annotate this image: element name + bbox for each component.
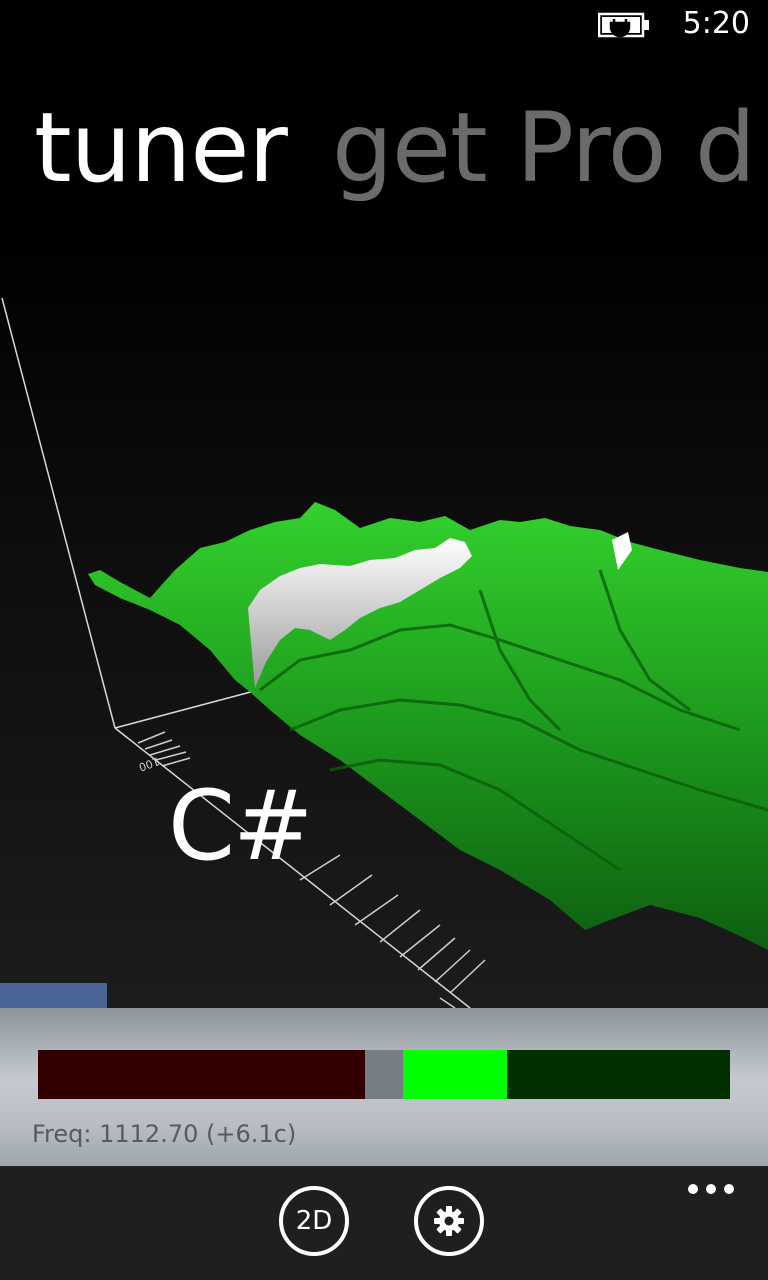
tuning-panel: Freq: 1112.70 (+6.1c) bbox=[0, 1008, 768, 1166]
tuning-meter-center-mark bbox=[365, 1050, 403, 1099]
status-bar: 5:20 bbox=[0, 0, 768, 50]
view-2d-button[interactable]: 2D bbox=[279, 1186, 349, 1256]
battery-charging-icon bbox=[598, 12, 649, 38]
clock: 5:20 bbox=[682, 6, 750, 41]
pivot-item-tuner[interactable]: tuner bbox=[34, 92, 288, 204]
spectrum-surface: 100 bbox=[1, 297, 768, 1009]
settings-button[interactable] bbox=[414, 1186, 484, 1256]
view-2d-label: 2D bbox=[295, 1206, 333, 1236]
tuning-meter-indicator bbox=[403, 1050, 507, 1099]
axis-tick-label: 100 bbox=[137, 754, 161, 773]
detected-note: C# bbox=[168, 770, 313, 882]
input-level-bar bbox=[0, 983, 107, 1008]
tuning-meter bbox=[38, 1050, 730, 1099]
gear-icon bbox=[434, 1206, 464, 1236]
z-axis-line bbox=[1, 297, 116, 729]
ellipsis-icon[interactable] bbox=[686, 1182, 736, 1196]
x-axis-line bbox=[114, 689, 259, 729]
app-bar: 2D bbox=[0, 1166, 768, 1280]
tuning-meter-flat-zone bbox=[38, 1050, 365, 1099]
tuning-meter-sharp-zone bbox=[507, 1050, 730, 1099]
pivot-item-get-pro[interactable]: get Pro d bbox=[332, 92, 756, 204]
pivot-header: tuner get Pro d bbox=[0, 92, 768, 212]
spectrum-3d-view: 100 C# bbox=[0, 230, 768, 1010]
frequency-readout: Freq: 1112.70 (+6.1c) bbox=[32, 1120, 297, 1148]
